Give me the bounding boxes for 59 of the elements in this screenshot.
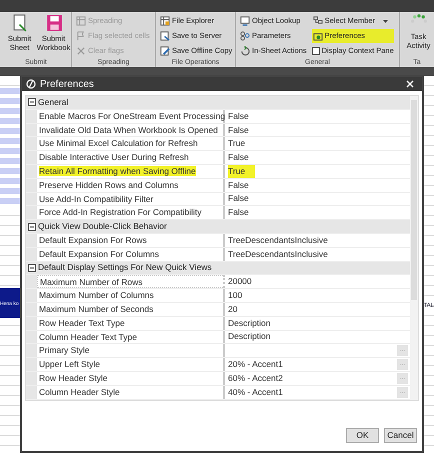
property-value[interactable]: True xyxy=(228,164,256,178)
property-value[interactable]: 100 xyxy=(228,289,242,302)
category-label: Quick View Double-Click Behavior xyxy=(38,220,167,234)
nodes-icon xyxy=(240,31,250,41)
ok-button[interactable]: OK xyxy=(346,428,379,443)
property-name[interactable]: Maximum Number of Columns xyxy=(37,289,225,302)
caret-icon xyxy=(383,20,388,22)
property-value[interactable]: False xyxy=(228,110,249,123)
document-pen-icon xyxy=(160,46,170,56)
property-name[interactable]: Use Minimal Excel Calculation for Refresh xyxy=(37,137,225,150)
property-name[interactable]: Row Header Text Type xyxy=(37,316,225,330)
property-value[interactable]: True xyxy=(228,137,246,150)
property-name[interactable]: Upper Left Style xyxy=(37,358,225,371)
property-value[interactable]: TreeDescendantsInclusive xyxy=(228,248,328,261)
property-name[interactable]: Column Header Style xyxy=(37,386,225,399)
property-name[interactable]: Maximum Number of Seconds xyxy=(37,302,225,316)
collapse-icon[interactable] xyxy=(28,264,36,272)
collapse-icon[interactable] xyxy=(28,98,36,106)
property-name[interactable]: Use Add-In Compatibility Filter xyxy=(37,192,225,206)
clear-icon xyxy=(76,46,86,56)
property-name[interactable]: Invalidate Old Data When Workbook Is Opened xyxy=(37,124,225,136)
monitor-icon xyxy=(240,16,250,26)
property-value[interactable]: False xyxy=(228,151,249,164)
property-name[interactable]: Preserve Hidden Rows and Columns xyxy=(37,178,225,192)
property-value[interactable]: 20% - Accent1 xyxy=(228,358,283,372)
window-title: Preferences xyxy=(40,78,94,92)
grid-icon xyxy=(76,16,86,26)
scrollbar[interactable] xyxy=(410,96,418,400)
property-name[interactable]: Disable Interactive User During Refresh xyxy=(37,151,225,164)
close-icon[interactable] xyxy=(406,80,414,88)
property-value[interactable]: 20000 xyxy=(228,275,252,288)
refresh-icon xyxy=(240,46,250,56)
property-value[interactable]: 60% - Accent2 xyxy=(228,372,283,385)
document-icon xyxy=(10,14,28,32)
property-name[interactable]: Column Header Text Type xyxy=(37,330,225,344)
property-value[interactable]: False xyxy=(228,206,249,220)
property-name[interactable]: Maximum Number of Rows xyxy=(37,275,225,288)
property-value[interactable]: False xyxy=(228,124,249,136)
app-logo-icon xyxy=(26,79,36,89)
property-name[interactable]: Row Header Style xyxy=(37,372,225,385)
property-name[interactable]: Default Expansion For Rows xyxy=(37,234,225,247)
category-label: General xyxy=(38,96,68,109)
property-value[interactable]: False xyxy=(228,178,249,192)
property-value[interactable]: False xyxy=(228,192,249,206)
tree-icon xyxy=(312,16,323,26)
collapse-icon[interactable] xyxy=(28,222,36,231)
property-value[interactable]: TreeDescendantsInclusive xyxy=(228,234,328,247)
property-value[interactable]: 20 xyxy=(228,302,238,316)
category-label: Default Display Settings For New Quick Views xyxy=(38,261,212,274)
property-name[interactable]: Primary Style xyxy=(37,344,225,358)
property-value[interactable]: Description xyxy=(228,316,271,330)
sheet-band xyxy=(0,288,22,318)
folder-icon xyxy=(160,16,170,26)
flag-icon xyxy=(76,31,86,41)
preferences-icon xyxy=(312,31,323,41)
cancel-button[interactable]: Cancel xyxy=(384,428,417,443)
property-value[interactable]: Description xyxy=(228,330,271,344)
property-name[interactable]: Enable Macros For OneStream Event Processing xyxy=(37,110,225,123)
property-value[interactable]: 40% - Accent1 xyxy=(228,386,283,399)
